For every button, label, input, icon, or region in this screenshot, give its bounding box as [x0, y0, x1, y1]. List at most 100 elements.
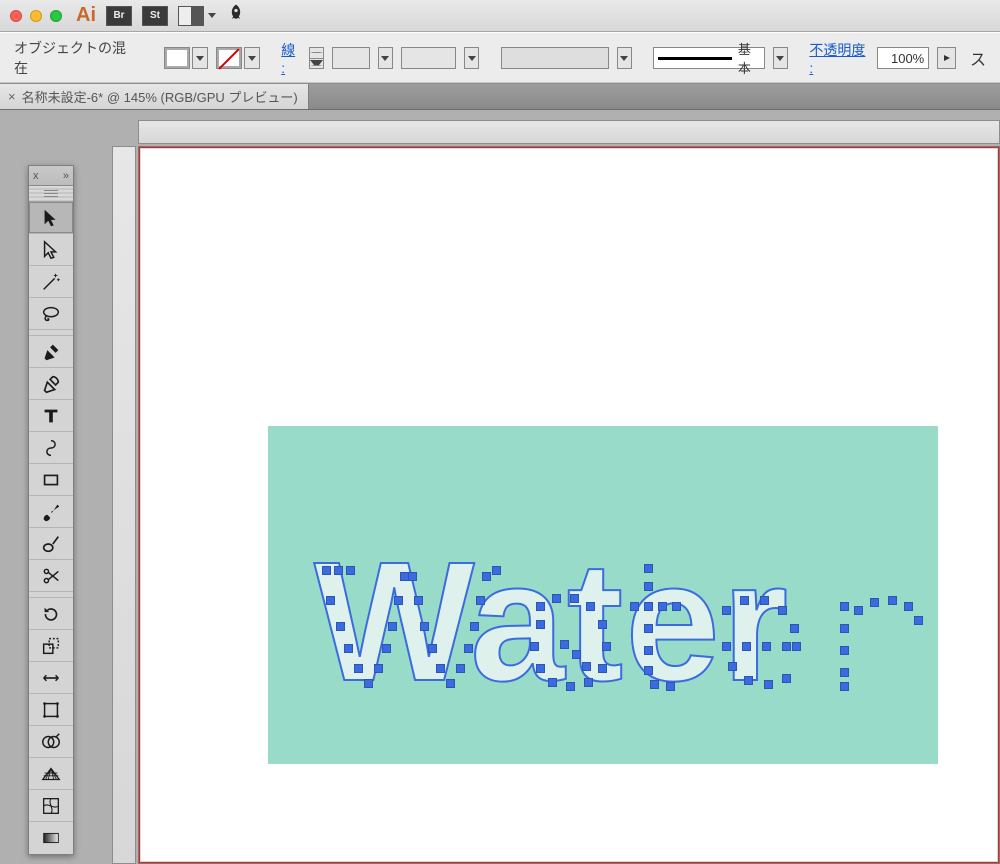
variable-width-dropdown[interactable] — [464, 47, 479, 69]
selection-tool[interactable] — [29, 202, 73, 234]
anchor-point[interactable] — [570, 594, 579, 603]
anchor-point[interactable] — [536, 602, 545, 611]
anchor-point[interactable] — [566, 682, 575, 691]
anchor-point[interactable] — [792, 642, 801, 651]
anchor-point[interactable] — [536, 620, 545, 629]
anchor-point[interactable] — [840, 624, 849, 633]
anchor-point[interactable] — [552, 594, 561, 603]
stroke-picker[interactable] — [216, 47, 260, 69]
anchor-point[interactable] — [778, 606, 787, 615]
brush-definition-dropdown[interactable] — [617, 47, 632, 69]
anchor-point[interactable] — [354, 664, 363, 673]
anchor-point[interactable] — [364, 679, 373, 688]
rectangle-tool[interactable] — [29, 464, 73, 496]
anchor-point[interactable] — [728, 662, 737, 671]
tools-panel[interactable]: x » — [28, 165, 74, 855]
background-rect[interactable]: Water Water — [268, 426, 938, 764]
anchor-point[interactable] — [914, 616, 923, 625]
anchor-point[interactable] — [572, 650, 581, 659]
stroke-swatch[interactable] — [216, 47, 242, 69]
anchor-point[interactable] — [888, 596, 897, 605]
anchor-point[interactable] — [394, 596, 403, 605]
anchor-point[interactable] — [336, 622, 345, 631]
minimize-window-button[interactable] — [30, 10, 42, 22]
anchor-point[interactable] — [530, 642, 539, 651]
anchor-point[interactable] — [322, 566, 331, 575]
ruler-vertical[interactable] — [112, 146, 136, 864]
stroke-label-link[interactable]: 線 : — [281, 40, 301, 76]
artboard[interactable]: Water Water — [139, 147, 999, 863]
anchor-point[interactable] — [334, 566, 343, 575]
canvas-area[interactable]: Water Water — [138, 146, 1000, 864]
line-segment-tool[interactable] — [29, 432, 73, 464]
anchor-point[interactable] — [428, 644, 437, 653]
anchor-point[interactable] — [598, 664, 607, 673]
curvature-tool[interactable] — [29, 368, 73, 400]
bridge-button[interactable]: Br — [106, 6, 132, 26]
arrange-documents-button[interactable] — [178, 6, 216, 26]
stroke-weight-stepper[interactable] — [309, 47, 324, 69]
mesh-tool[interactable] — [29, 790, 73, 822]
brush-definition-field[interactable] — [501, 47, 609, 69]
anchor-point[interactable] — [840, 646, 849, 655]
anchor-point[interactable] — [382, 644, 391, 653]
anchor-point[interactable] — [782, 674, 791, 683]
scissors-tool[interactable] — [29, 560, 73, 592]
magic-wand-tool[interactable] — [29, 266, 73, 298]
anchor-point[interactable] — [456, 664, 465, 673]
anchor-point[interactable] — [644, 602, 653, 611]
anchor-point[interactable] — [870, 598, 879, 607]
anchor-point[interactable] — [482, 572, 491, 581]
stock-button[interactable]: St — [142, 6, 168, 26]
fill-swatch[interactable] — [164, 47, 190, 69]
anchor-point[interactable] — [420, 622, 429, 631]
free-transform-tool[interactable] — [29, 694, 73, 726]
anchor-point[interactable] — [762, 642, 771, 651]
document-tab[interactable]: × 名称未設定-6* @ 145% (RGB/GPU プレビュー) — [0, 84, 309, 109]
tools-panel-header[interactable]: x » — [29, 166, 73, 186]
stroke-weight-field[interactable] — [332, 47, 369, 69]
anchor-point[interactable] — [722, 642, 731, 651]
anchor-point[interactable] — [582, 662, 591, 671]
anchor-point[interactable] — [536, 664, 545, 673]
anchor-point[interactable] — [658, 602, 667, 611]
variable-width-profile[interactable] — [401, 47, 457, 69]
anchor-point[interactable] — [790, 624, 799, 633]
anchor-point[interactable] — [840, 668, 849, 677]
anchor-point[interactable] — [644, 666, 653, 675]
anchor-point[interactable] — [548, 678, 557, 687]
anchor-point[interactable] — [560, 640, 569, 649]
anchor-point[interactable] — [436, 664, 445, 673]
anchor-point[interactable] — [644, 646, 653, 655]
tools-panel-grip[interactable] — [29, 186, 73, 202]
anchor-point[interactable] — [414, 596, 423, 605]
panel-close-icon[interactable]: x — [33, 170, 39, 182]
anchor-point[interactable] — [722, 606, 731, 615]
scale-tool[interactable] — [29, 630, 73, 662]
anchor-point[interactable] — [630, 602, 639, 611]
anchor-point[interactable] — [586, 602, 595, 611]
stroke-weight-dropdown[interactable] — [378, 47, 393, 69]
anchor-point[interactable] — [782, 642, 791, 651]
anchor-point[interactable] — [344, 644, 353, 653]
anchor-point[interactable] — [644, 564, 653, 573]
anchor-point[interactable] — [644, 582, 653, 591]
anchor-point[interactable] — [598, 620, 607, 629]
pen-tool[interactable] — [29, 336, 73, 368]
anchor-point[interactable] — [346, 566, 355, 575]
type-tool[interactable] — [29, 400, 73, 432]
anchor-point[interactable] — [904, 602, 913, 611]
opacity-field[interactable]: 100% — [877, 47, 930, 69]
ruler-horizontal[interactable] — [138, 120, 1000, 144]
close-tab-button[interactable]: × — [8, 89, 16, 104]
close-window-button[interactable] — [10, 10, 22, 22]
anchor-point[interactable] — [854, 606, 863, 615]
gpu-performance-icon[interactable] — [226, 3, 246, 28]
fill-picker[interactable] — [164, 47, 208, 69]
anchor-point[interactable] — [666, 682, 675, 691]
anchor-point[interactable] — [388, 622, 397, 631]
anchor-point[interactable] — [672, 602, 681, 611]
anchor-point[interactable] — [446, 679, 455, 688]
anchor-point[interactable] — [492, 566, 501, 575]
anchor-point[interactable] — [760, 596, 769, 605]
